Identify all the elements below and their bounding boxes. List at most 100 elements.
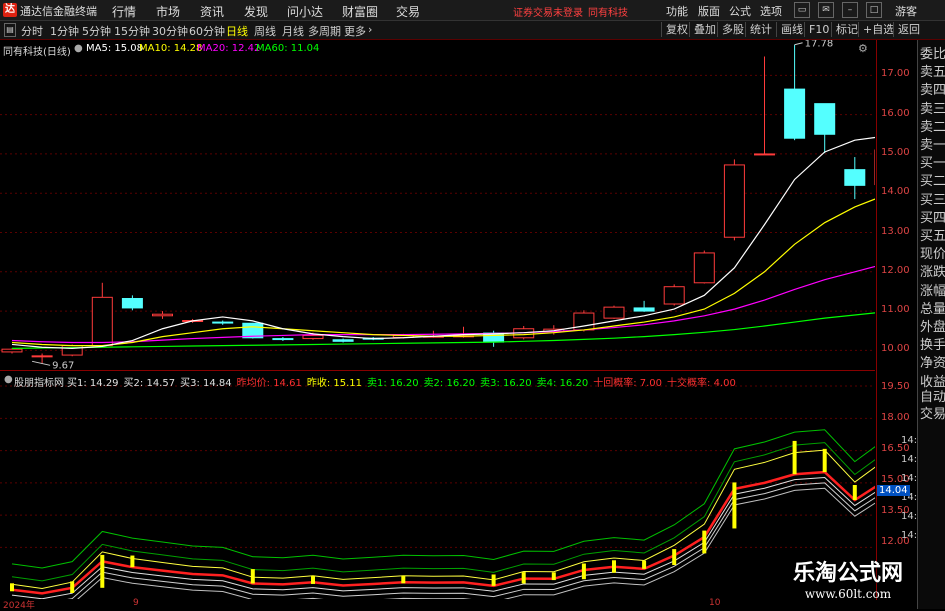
candle-body-7 [213, 322, 233, 323]
sidebar-field-7: 买二 [920, 170, 945, 189]
period-1min[interactable]: 1分钟 [50, 23, 79, 39]
candle-body-24 [724, 165, 744, 237]
period-toolbar: ▤ 分时 1分钟 5分钟 15分钟 30分钟 60分钟 日线 周线 月线 多周期… [0, 21, 945, 40]
indicator-tick-0: 19.50 [881, 381, 910, 392]
sidebar-field-3: 卖三 [920, 98, 945, 117]
menu-ask-xiaoda[interactable]: 问小达 [287, 3, 323, 20]
indicator-label-6: 卖2: 16.20 [424, 378, 476, 389]
indicator-label-9: 十回概率: 7.00 [593, 378, 662, 389]
period-more[interactable]: 更多 [344, 23, 366, 39]
period-15min[interactable]: 15分钟 [114, 23, 150, 39]
menu-news[interactable]: 资讯 [200, 3, 224, 20]
indicator-label-7: 卖3: 16.20 [480, 378, 532, 389]
menu-layout[interactable]: 版面 [698, 3, 720, 19]
candle-body-3 [92, 297, 112, 345]
period-daily[interactable]: 日线 [226, 23, 248, 39]
signal-bar-27 [823, 449, 827, 472]
period-multi[interactable]: 多周期 [308, 23, 341, 39]
back-button[interactable]: 返回 [893, 22, 924, 37]
price-tick-1: 16.00 [881, 108, 910, 119]
menu-discover[interactable]: 发现 [244, 3, 268, 20]
sidebar-field-5: 卖一 [920, 134, 945, 153]
signal-bar-24 [732, 482, 736, 528]
maximize-icon[interactable]: □ [866, 2, 882, 18]
menu-bar: 达 通达信金融终端 行情 市场 资讯 发现 问小达 财富圈 交易 证券交易未登录… [0, 0, 945, 21]
period-weekly[interactable]: 周线 [254, 23, 276, 39]
indicator-label-10: 十交概率: 4.00 [667, 378, 736, 389]
indicator-pane[interactable]: ● 股朋指标网 买1: 14.29买2: 14.57买3: 14.84昨均价: … [0, 371, 875, 599]
candle-body-4 [122, 299, 142, 308]
candlestick-pane[interactable]: 同有科技(日线) ● MA5: 15.08 MA10: 14.28 MA20: … [0, 40, 875, 371]
signal-bar-13 [401, 576, 405, 584]
signal-bar-19 [582, 564, 586, 580]
signal-bar-26 [793, 441, 797, 474]
sidebar-auto-1[interactable]: 交易 [920, 403, 945, 422]
toolbar-menu-icon[interactable]: ▤ [4, 23, 16, 37]
price-axis: 17.0016.0015.0014.0013.0012.0011.0010.00… [876, 40, 917, 600]
overlay-button[interactable]: 叠加 [689, 22, 720, 37]
candle-body-1 [32, 356, 52, 357]
indicator-settings-icon[interactable]: ● [4, 374, 13, 385]
menu-formula[interactable]: 公式 [729, 3, 751, 19]
candle-body-0 [2, 349, 22, 352]
candle-body-10 [303, 335, 323, 338]
avg-price-line [12, 472, 875, 593]
period-30min[interactable]: 30分钟 [152, 23, 188, 39]
stats-button[interactable]: 统计 [745, 22, 776, 37]
sidebar-field-12: 涨跌 [920, 261, 945, 280]
signal-bar-10 [311, 576, 315, 584]
sidebar-field-16: 换手 [920, 334, 945, 353]
period-5min[interactable]: 5分钟 [82, 23, 111, 39]
menu-function[interactable]: 功能 [666, 3, 688, 19]
sidebar-field-2: 卖四 [920, 79, 945, 98]
login-warning[interactable]: 证券交易未登录 [513, 4, 583, 19]
sidebar-field-10: 买五 [920, 225, 945, 244]
candle-body-9 [273, 339, 293, 340]
signal-bar-28 [853, 485, 857, 500]
candle-body-20 [604, 307, 624, 318]
menu-options[interactable]: 选项 [760, 3, 782, 19]
signal-bar-8 [251, 569, 255, 583]
indicator-label-2: 买3: 14.84 [180, 378, 232, 389]
multi-stock-button[interactable]: 多股 [717, 22, 748, 37]
price-tick-4: 13.00 [881, 226, 910, 237]
sidebar-field-6: 买一 [920, 152, 945, 171]
indicator-legend: 买1: 14.29买2: 14.57买3: 14.84昨均价: 14.61昨收:… [67, 374, 741, 389]
date-label-year: 2024年 [3, 598, 35, 611]
minimize-icon[interactable]: – [842, 2, 858, 18]
sidebar-field-14: 总量 [920, 298, 945, 317]
buy1-line [12, 477, 875, 598]
period-timeshare[interactable]: 分时 [21, 23, 43, 39]
guest-label[interactable]: 游客 [895, 3, 917, 19]
menu-market[interactable]: 市场 [156, 3, 180, 20]
low-label: 9.67 [52, 360, 74, 370]
signal-bar-20 [612, 560, 616, 572]
message-icon[interactable]: ✉ [818, 2, 834, 18]
f10-button[interactable]: F10 [804, 22, 833, 37]
sidebar-field-9: 买四 [920, 207, 945, 226]
indicator-chart [0, 371, 875, 599]
sidebar-field-4: 卖二 [920, 116, 945, 135]
draw-line-button[interactable]: 画线 [776, 22, 807, 37]
sidebar-field-8: 买三 [920, 189, 945, 208]
candle-body-27 [815, 104, 835, 135]
menu-quotes[interactable]: 行情 [112, 3, 136, 20]
candlestick-chart: 17.789.67 [0, 40, 875, 370]
adjust-button[interactable]: 复权 [661, 22, 692, 37]
period-monthly[interactable]: 月线 [282, 23, 304, 39]
ma60-line [12, 310, 875, 349]
sidebar-field-15: 外盘 [920, 316, 945, 335]
menu-trade[interactable]: 交易 [396, 3, 420, 20]
menu-wealth-circle[interactable]: 财富圈 [342, 3, 378, 20]
date-label-sep: 9 [133, 598, 139, 608]
indicator-label-1: 买2: 14.57 [124, 378, 176, 389]
period-60min[interactable]: 60分钟 [189, 23, 225, 39]
price-tick-2: 15.00 [881, 147, 910, 158]
app-logo-icon: 达 [3, 3, 17, 17]
sidebar-field-13: 涨幅 [920, 280, 945, 299]
price-tick-0: 17.00 [881, 68, 910, 79]
chevron-right-icon[interactable]: › [368, 23, 372, 36]
candle-body-23 [694, 253, 714, 283]
screen-icon[interactable]: ▭ [794, 2, 810, 18]
watermark-title: 乐淘公式网 [778, 555, 918, 587]
